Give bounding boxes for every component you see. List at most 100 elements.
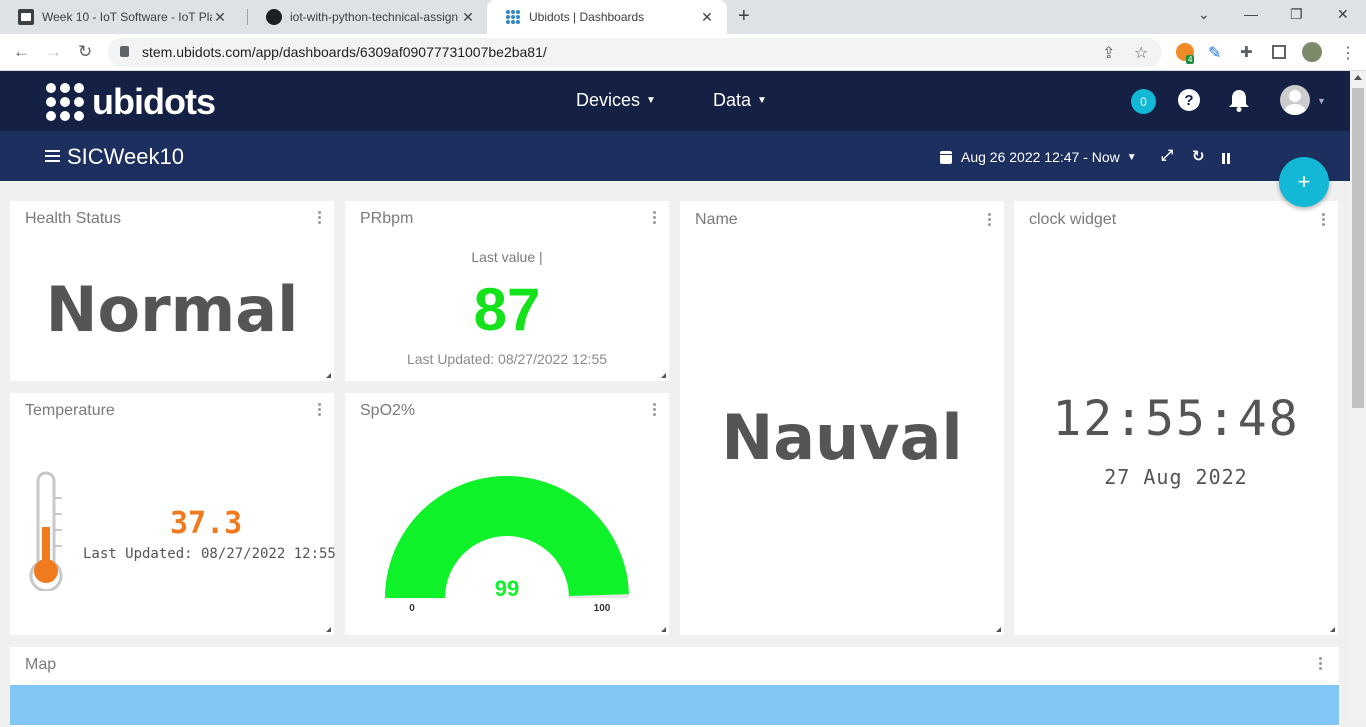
prbpm-value: 87	[473, 276, 541, 343]
map-canvas[interactable]	[10, 685, 1339, 725]
bell-icon[interactable]	[1228, 88, 1250, 112]
widget-menu-icon[interactable]	[653, 211, 657, 226]
restore-icon[interactable]: ❐	[1290, 6, 1303, 23]
back-icon[interactable]: ←	[13, 42, 30, 62]
date-range-picker[interactable]: Aug 26 2022 12:47 - Now ▼	[940, 149, 1137, 165]
tab-title: Week 10 - IoT Software - IoT Plat	[42, 10, 212, 24]
dashboard-title[interactable]: SICWeek10	[67, 144, 184, 170]
widget-title: Name	[695, 211, 738, 228]
url-text: stem.ubidots.com/app/dashboards/6309af09…	[142, 44, 547, 60]
widget-menu-icon[interactable]	[1319, 657, 1323, 672]
widget-title: PRbpm	[360, 210, 414, 227]
resize-handle-icon[interactable]	[326, 373, 331, 378]
widget-title: Map	[25, 656, 57, 673]
last-updated-text: Last Updated: 08/27/2022 12:55	[83, 546, 336, 562]
caret-down-icon[interactable]: ▼	[1317, 96, 1326, 106]
data-menu[interactable]: Data ▼	[713, 90, 767, 111]
logo-text: ubidots	[92, 81, 216, 122]
github-icon	[266, 9, 282, 25]
ubidots-logo[interactable]: ubidots	[46, 81, 216, 123]
date-range-text: Aug 26 2022 12:47 - Now	[961, 149, 1120, 165]
widget-menu-icon[interactable]	[653, 403, 657, 418]
profile-avatar[interactable]	[1302, 42, 1322, 62]
widget-title: clock widget	[1029, 211, 1117, 228]
hamburger-menu-icon[interactable]	[45, 150, 60, 165]
close-icon[interactable]: ✕	[699, 9, 715, 26]
resize-handle-icon[interactable]	[326, 627, 331, 632]
caret-down-icon: ▼	[1126, 151, 1137, 163]
tab-title: iot-with-python-technical-assign	[290, 10, 459, 24]
tab-title: Ubidots | Dashboards	[529, 10, 645, 24]
browser-tab-ubidots[interactable]: Ubidots | Dashboards ✕	[487, 0, 727, 34]
share-icon[interactable]: ⇪	[1102, 43, 1115, 63]
browser-tab-week10[interactable]: Week 10 - IoT Software - IoT Plat ✕	[0, 0, 246, 34]
clock-time: 12:55:48	[1052, 391, 1300, 447]
close-icon[interactable]: ✕	[212, 9, 228, 26]
dashboard-bar: SICWeek10 Aug 26 2022 12:47 - Now ▼ ⤢ ↻	[0, 131, 1350, 181]
minimize-icon[interactable]: —	[1244, 6, 1258, 22]
spo2-gauge: 99 0 100	[385, 475, 629, 614]
browser-menu-icon[interactable]: ⋮	[1340, 43, 1358, 62]
widget-menu-icon[interactable]	[318, 403, 322, 418]
tab-search-icon[interactable]: ⌄	[1198, 6, 1210, 23]
puzzle-extensions-icon[interactable]: ✚	[1240, 43, 1258, 61]
data-label: Data	[713, 90, 752, 110]
scrollbar-thumb[interactable]	[1352, 88, 1364, 408]
vertical-scrollbar[interactable]	[1350, 71, 1366, 721]
resize-handle-icon[interactable]	[661, 627, 666, 632]
name-widget: Name Nauval	[680, 201, 1004, 635]
caret-down-icon: ▼	[757, 95, 767, 106]
scroll-up-icon[interactable]	[1354, 75, 1362, 80]
widget-title: Health Status	[25, 210, 122, 227]
new-tab-icon[interactable]: +	[738, 5, 750, 28]
resize-handle-icon[interactable]	[996, 627, 1001, 632]
ubidots-favicon-icon	[505, 9, 521, 25]
help-icon[interactable]: ?	[1178, 89, 1200, 111]
extension-badge: 4	[1186, 55, 1195, 64]
notification-count-badge[interactable]: 0	[1131, 89, 1156, 114]
close-icon[interactable]: ✕	[460, 9, 476, 26]
gauge-value: 99	[495, 576, 519, 601]
gauge-min-label: 0	[409, 603, 415, 614]
widget-title: SpO2%	[360, 402, 416, 419]
browser-toolbar: ← → ↻ stem.ubidots.com/app/dashboards/63…	[0, 34, 1366, 71]
resize-handle-icon[interactable]	[1330, 627, 1335, 632]
forward-icon[interactable]: →	[45, 42, 62, 62]
reload-icon[interactable]: ↻	[78, 42, 92, 62]
devices-menu[interactable]: Devices ▼	[576, 90, 656, 111]
refresh-icon[interactable]: ↻	[1192, 147, 1205, 165]
document-icon	[18, 9, 34, 25]
address-bar[interactable]: stem.ubidots.com/app/dashboards/6309af09…	[108, 38, 1162, 67]
lock-icon	[120, 46, 129, 57]
spo2-widget: SpO2% 99 0 100	[345, 393, 669, 635]
temperature-value: 37.3	[170, 506, 243, 541]
user-avatar[interactable]	[1280, 85, 1310, 115]
browser-tab-bar: Week 10 - IoT Software - IoT Plat ✕ iot-…	[0, 0, 1366, 34]
add-widget-button[interactable]: +	[1279, 157, 1329, 207]
app-header: ubidots Devices ▼ Data ▼ 0 ? ▼	[0, 71, 1350, 131]
temperature-widget: Temperature 37.3 Last Updated: 08/27/202…	[10, 393, 336, 635]
gauge-max-label: 100	[594, 603, 611, 614]
window-close-icon[interactable]: ✕	[1337, 6, 1349, 23]
pen-extension-icon[interactable]: ✎	[1208, 43, 1226, 62]
widget-menu-icon[interactable]	[988, 213, 992, 228]
clock-date: 27 Aug 2022	[1104, 465, 1248, 489]
prbpm-widget: PRbpm Last value | 87 Last Updated: 08/2…	[345, 201, 669, 381]
browser-tab-github[interactable]: iot-with-python-technical-assign ✕	[248, 0, 486, 34]
calendar-icon	[940, 150, 952, 164]
logo-dots-icon	[46, 83, 84, 121]
widget-title: Temperature	[25, 402, 115, 419]
fullscreen-icon[interactable]: ⤢	[1161, 147, 1173, 164]
side-panel-icon[interactable]	[1272, 45, 1286, 59]
pause-icon[interactable]	[1222, 151, 1232, 164]
caret-down-icon: ▼	[646, 95, 656, 106]
thermometer-icon	[29, 471, 63, 591]
resize-handle-icon[interactable]	[661, 373, 666, 378]
widget-menu-icon[interactable]	[318, 211, 322, 226]
last-updated-text: Last Updated: 08/27/2022 12:55	[406, 351, 608, 367]
bookmark-star-icon[interactable]: ☆	[1134, 43, 1148, 63]
devices-label: Devices	[576, 90, 641, 110]
widget-menu-icon[interactable]	[1322, 213, 1326, 228]
clock-widget: clock widget 12:55:48 27 Aug 2022	[1014, 201, 1338, 635]
health-status-value: Normal	[45, 273, 299, 346]
